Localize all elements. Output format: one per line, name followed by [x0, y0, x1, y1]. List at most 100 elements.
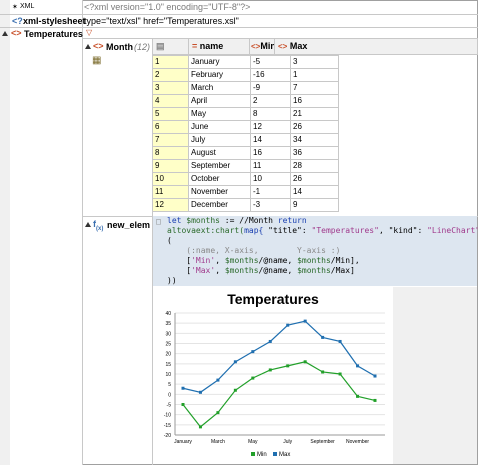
- xquery-code-block[interactable]: □ let $months := //Month return altovaex…: [153, 216, 478, 286]
- min-cell[interactable]: 12: [250, 120, 291, 134]
- row-index-cell[interactable]: 5: [152, 107, 189, 121]
- row-index-cell[interactable]: 8: [152, 146, 189, 160]
- table-view-icon[interactable]: ▦: [92, 55, 101, 66]
- table-row[interactable]: 11 November -1 14: [152, 185, 339, 199]
- max-cell[interactable]: 26: [290, 120, 339, 134]
- max-cell[interactable]: 28: [290, 159, 339, 173]
- legend-marker-max: [273, 452, 277, 456]
- table-row[interactable]: 10 October 10 26: [152, 172, 339, 186]
- table-row[interactable]: 12 December -3 9: [152, 198, 339, 212]
- code-token: $months: [224, 256, 259, 265]
- data-point-max: [356, 364, 360, 368]
- max-cell[interactable]: 26: [290, 172, 339, 186]
- data-point-max: [216, 378, 220, 382]
- table-row[interactable]: 7 July 14 34: [152, 133, 339, 147]
- collapse-new-elem-icon[interactable]: [85, 222, 91, 227]
- y-tick-label: 15: [165, 362, 171, 368]
- collapse-month-icon[interactable]: [85, 44, 91, 49]
- code-token: 'Min': [191, 256, 216, 265]
- row-index-cell[interactable]: 1: [152, 55, 189, 69]
- row-index-cell[interactable]: 4: [152, 94, 189, 108]
- column-header-max[interactable]: <> Max: [274, 38, 478, 55]
- row-index-cell[interactable]: 12: [152, 198, 189, 212]
- max-cell[interactable]: 1: [290, 68, 339, 82]
- table-row[interactable]: 3 March -9 7: [152, 81, 339, 95]
- name-cell[interactable]: December: [188, 198, 251, 212]
- xml-stylesheet-value[interactable]: type="text/xsl" href="Temperatures.xsl": [84, 16, 239, 26]
- max-cell[interactable]: 34: [290, 133, 339, 147]
- legend-label-min: Min: [257, 452, 267, 458]
- table-corner-cell[interactable]: ▤: [152, 38, 189, 55]
- min-cell[interactable]: -16: [250, 68, 291, 82]
- name-column: [10, 0, 83, 465]
- name-cell[interactable]: June: [188, 120, 251, 134]
- xml-stylesheet-label: xml-stylesheet: [23, 16, 86, 26]
- min-cell[interactable]: 8: [250, 107, 291, 121]
- column-header-min[interactable]: <>Min: [249, 38, 276, 55]
- legend-label-max: Max: [279, 452, 290, 458]
- y-tick-label: -15: [164, 423, 171, 429]
- row-index-cell[interactable]: 6: [152, 120, 189, 134]
- row-index-cell[interactable]: 11: [152, 185, 189, 199]
- data-point-min: [286, 364, 290, 368]
- row-index-cell[interactable]: 2: [152, 68, 189, 82]
- collapse-temperatures-icon[interactable]: [2, 31, 8, 36]
- data-point-max: [251, 350, 255, 354]
- name-cell[interactable]: March: [188, 81, 251, 95]
- xquery-function-icon: f(x): [93, 219, 104, 232]
- xml-declaration-value[interactable]: <?xml version="1.0" encoding="UTF-8"?>: [84, 2, 250, 12]
- min-cell[interactable]: -9: [250, 81, 291, 95]
- name-cell[interactable]: April: [188, 94, 251, 108]
- code-token: $months: [186, 216, 220, 225]
- max-cell[interactable]: 16: [290, 94, 339, 108]
- name-cell[interactable]: February: [188, 68, 251, 82]
- table-row[interactable]: 2 February -16 1: [152, 68, 339, 82]
- min-cell[interactable]: -5: [250, 55, 291, 69]
- max-cell[interactable]: 7: [290, 81, 339, 95]
- code-token: return: [277, 216, 307, 225]
- name-cell[interactable]: May: [188, 107, 251, 121]
- table-row[interactable]: 9 September 11 28: [152, 159, 339, 173]
- row-index-cell[interactable]: 7: [152, 133, 189, 147]
- table-row[interactable]: 8 August 16 36: [152, 146, 339, 160]
- row-index-cell[interactable]: 9: [152, 159, 189, 173]
- name-cell[interactable]: September: [188, 159, 251, 173]
- data-point-max: [268, 339, 272, 343]
- code-token: := //Month: [219, 216, 278, 225]
- max-cell[interactable]: 36: [290, 146, 339, 160]
- expand-triangle-icon[interactable]: ▽: [86, 28, 92, 37]
- table-row[interactable]: 6 June 12 26: [152, 120, 339, 134]
- min-cell[interactable]: -1: [250, 185, 291, 199]
- min-cell[interactable]: 14: [250, 133, 291, 147]
- code-token: $months: [224, 266, 259, 275]
- min-cell[interactable]: 10: [250, 172, 291, 186]
- name-cell[interactable]: July: [188, 133, 251, 147]
- row-index-cell[interactable]: 3: [152, 81, 189, 95]
- code-line-3: (: [167, 236, 172, 245]
- y-tick-label: 40: [165, 311, 171, 317]
- max-cell[interactable]: 21: [290, 107, 339, 121]
- min-cell[interactable]: 16: [250, 146, 291, 160]
- code-line-5: ['Min', $months/@name, $months/Min],: [153, 256, 477, 266]
- min-cell[interactable]: 2: [250, 94, 291, 108]
- max-cell[interactable]: 3: [290, 55, 339, 69]
- name-cell[interactable]: January: [188, 55, 251, 69]
- table-row[interactable]: 1 January -5 3: [152, 55, 339, 69]
- legend-marker-min: [251, 452, 255, 456]
- table-row[interactable]: 5 May 8 21: [152, 107, 339, 121]
- column-header-name[interactable]: = name: [188, 38, 250, 55]
- name-cell[interactable]: October: [188, 172, 251, 186]
- min-cell[interactable]: 11: [250, 159, 291, 173]
- y-tick-label: 35: [165, 321, 171, 327]
- min-cell[interactable]: -3: [250, 198, 291, 212]
- new-elem-label[interactable]: new_elem: [107, 220, 150, 230]
- data-point-min: [268, 368, 272, 372]
- row-index-cell[interactable]: 10: [152, 172, 189, 186]
- table-row[interactable]: 4 April 2 16: [152, 94, 339, 108]
- max-cell[interactable]: 9: [290, 198, 339, 212]
- name-cell[interactable]: November: [188, 185, 251, 199]
- name-cell[interactable]: August: [188, 146, 251, 160]
- max-cell[interactable]: 14: [290, 185, 339, 199]
- temperatures-element-label[interactable]: Temperatures: [24, 29, 83, 39]
- month-element-label[interactable]: Month: [106, 42, 133, 52]
